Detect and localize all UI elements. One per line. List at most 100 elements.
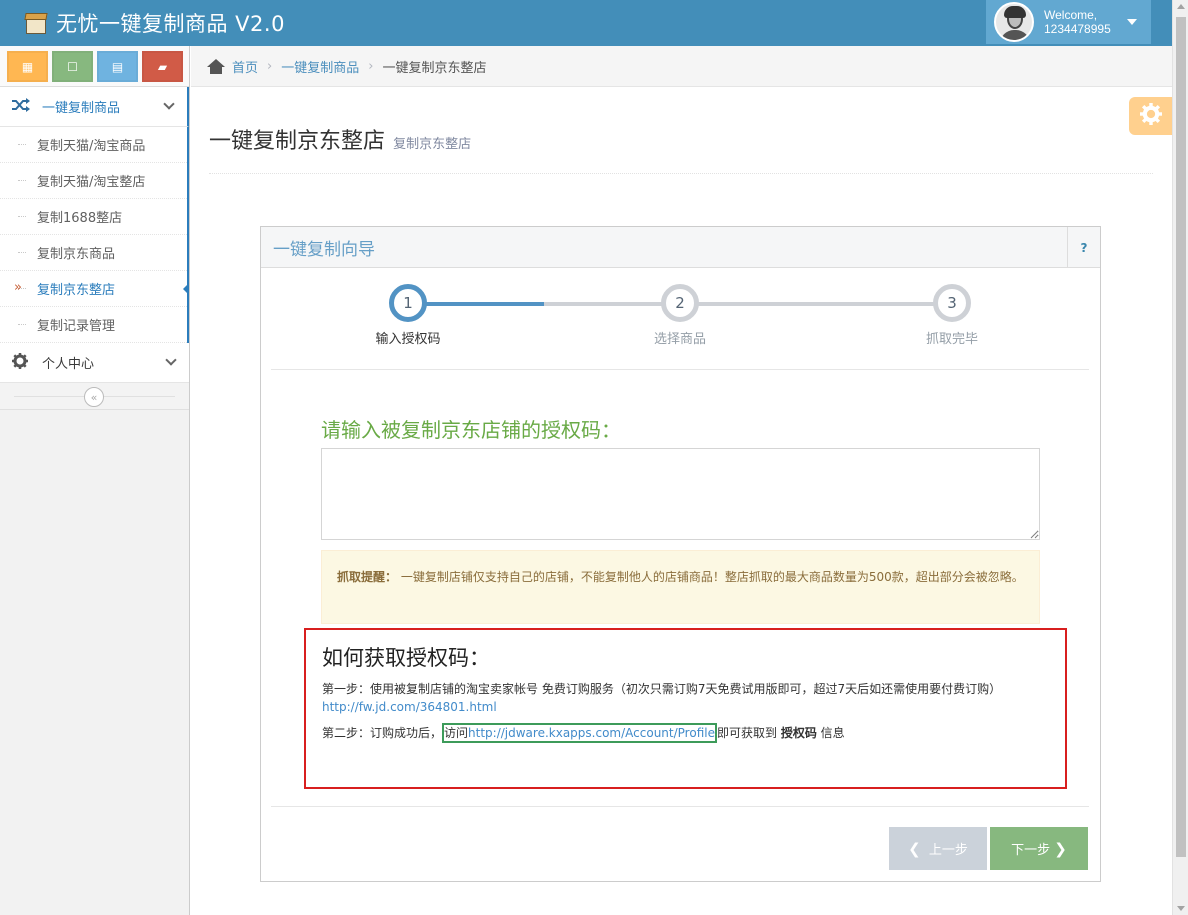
active-marker-icon: » xyxy=(14,280,22,295)
sidebar-item-copy-jd-store[interactable]: » 复制京东整店 xyxy=(0,271,189,307)
scroll-thumb[interactable] xyxy=(1176,17,1186,857)
vertical-scrollbar[interactable] xyxy=(1172,0,1188,915)
sidebar-collapse: « xyxy=(0,383,189,410)
breadcrumb: 首页 › 一键复制商品 › 一键复制京东整店 xyxy=(191,46,1172,87)
wizard-step-2: 2 选择商品 xyxy=(620,284,740,347)
help-button[interactable]: ? xyxy=(1067,227,1100,268)
table-icon: ▤ xyxy=(111,59,124,74)
howto-box: 如何获取授权码： 第一步：使用被复制店铺的淘宝卖家帐号 免费订购服务（初次只需订… xyxy=(304,628,1067,789)
wizard-step-3: 3 抓取完毕 xyxy=(892,284,1012,347)
collapse-sidebar-button[interactable]: « xyxy=(84,387,104,407)
scroll-up-icon[interactable] xyxy=(1177,4,1185,9)
brand[interactable]: 无忧一键复制商品 V2.0 xyxy=(24,9,285,37)
breadcrumb-separator: › xyxy=(368,58,374,74)
howto-step2: 第二步：订购成功后， 访问http://jdware.kxapps.com/Acc… xyxy=(322,723,1049,743)
highlighted-link-box: 访问http://jdware.kxapps.com/Account/Profi… xyxy=(442,723,717,743)
sidebar-shortcuts: ▦ ☐ ▤ ▰ xyxy=(0,46,189,87)
prev-label: 上一步 xyxy=(928,843,968,858)
sidebar-item-label: 复制1688整店 xyxy=(37,211,123,226)
breadcrumb-current: 一键复制京东整店 xyxy=(382,60,487,76)
welcome-text: Welcome, xyxy=(1044,8,1098,22)
sidebar-item-label: 复制天猫/淘宝整店 xyxy=(37,175,146,190)
chevron-right-icon: ❯ xyxy=(1054,839,1067,858)
top-navbar: 无忧一键复制商品 V2.0 Welcome, 1234478995 xyxy=(0,0,1172,46)
home-icon xyxy=(207,58,225,74)
shuffle-icon xyxy=(12,97,34,116)
step-circle: 1 xyxy=(389,284,427,322)
breadcrumb-parent-link[interactable]: 一键复制商品 xyxy=(281,57,359,76)
profile-link[interactable]: http://jdware.kxapps.com/Account/Profile xyxy=(468,726,715,740)
shortcut-book-button[interactable]: ▰ xyxy=(142,51,183,82)
step2-prefix: 第二步：订购成功后， xyxy=(322,726,443,740)
square-icon: ☐ xyxy=(67,59,78,74)
widget-title: 一键复制向导 xyxy=(273,239,375,260)
shortcut-table-button[interactable]: ▤ xyxy=(97,51,138,82)
avatar xyxy=(994,2,1034,42)
username: 1234478995 xyxy=(1044,22,1111,36)
caret-down-icon xyxy=(1127,19,1137,25)
page-title: 一键复制京东整店 xyxy=(209,129,386,154)
sidebar-group-personal[interactable]: 个人中心 xyxy=(0,343,189,383)
wizard-step-1: 1 输入授权码 xyxy=(348,284,468,347)
sidebar-item-copy-tmall-store[interactable]: 复制天猫/淘宝整店 xyxy=(0,163,187,199)
sidebar-item-label: 复制京东商品 xyxy=(37,247,116,262)
active-indicator-icon xyxy=(183,283,189,295)
sidebar-submenu: 复制天猫/淘宝商品 复制天猫/淘宝整店 复制1688整店 复制京东商品 » 复制… xyxy=(0,127,189,343)
scroll-down-icon[interactable] xyxy=(1177,906,1185,911)
breadcrumb-separator: › xyxy=(267,58,273,74)
shortcut-square-button[interactable]: ☐ xyxy=(52,51,93,82)
step-circle: 3 xyxy=(933,284,971,322)
sidebar-item-label: 复制京东整店 xyxy=(37,283,116,298)
user-info: Welcome, 1234478995 xyxy=(1044,8,1111,36)
auth-code-input[interactable] xyxy=(321,448,1040,540)
chevron-down-icon xyxy=(163,98,175,110)
subscribe-link[interactable]: http://fw.jd.com/364801.html xyxy=(322,700,497,714)
sidebar-item-copy-tmall-product[interactable]: 复制天猫/淘宝商品 xyxy=(0,127,187,163)
breadcrumb-home-link[interactable]: 首页 xyxy=(232,57,258,76)
step2-mid: 即可获取到 xyxy=(716,726,777,740)
sidebar: ▦ ☐ ▤ ▰ 一键复制商品 复制天猫/淘宝商品 复制天猫/淘宝整店 复制168… xyxy=(0,46,190,915)
wizard-widget: 一键复制向导 ? 1 输入授权码 2 选择商品 3 抓取完毕 请输入被复制京东店… xyxy=(260,226,1101,882)
step-title: 抓取完毕 xyxy=(925,332,978,347)
howto-step1-text: 第一步：使用被复制店铺的淘宝卖家帐号 免费订购服务（初次只需订购7天免费试用版即… xyxy=(322,682,1002,696)
app-title: 无忧一键复制商品 V2.0 xyxy=(56,12,285,36)
sidebar-group-label: 一键复制商品 xyxy=(42,101,121,116)
shortcut-calendar-button[interactable]: ▦ xyxy=(7,51,48,82)
double-chevron-left-icon: « xyxy=(90,390,98,404)
sidebar-item-label: 复制天猫/淘宝商品 xyxy=(37,139,146,154)
step-title: 输入授权码 xyxy=(375,332,441,347)
gear-icon xyxy=(12,352,34,373)
step-track-line xyxy=(544,302,952,306)
chevron-down-icon xyxy=(165,354,177,366)
warning-alert: 抓取提醒： 一键复制店铺仅支持自己的店铺，不能复制他人的店铺商品！整店抓取的最大… xyxy=(321,550,1040,624)
step2-bold: 授权码 xyxy=(780,726,817,740)
sidebar-item-copy-records[interactable]: 复制记录管理 xyxy=(0,307,187,343)
form-actions-divider xyxy=(271,806,1089,807)
chevron-left-icon: ❮ xyxy=(908,839,921,858)
step-circle: 2 xyxy=(661,284,699,322)
alert-title: 抓取提醒： xyxy=(337,570,398,584)
alert-text: 一键复制店铺仅支持自己的店铺，不能复制他人的店铺商品！整店抓取的最大商品数量为5… xyxy=(400,570,1024,584)
box-icon xyxy=(24,12,48,34)
step2-visit-text: 访问 xyxy=(444,726,469,740)
wizard-steps: 1 输入授权码 2 选择商品 3 抓取完毕 xyxy=(271,268,1089,370)
question-icon: ? xyxy=(1080,240,1088,255)
sidebar-group-label: 个人中心 xyxy=(42,357,95,372)
calendar-icon: ▦ xyxy=(21,59,34,74)
step2-suffix: 信息 xyxy=(820,726,845,740)
auth-code-label: 请输入被复制京东店铺的授权码： xyxy=(321,418,621,442)
page-header: 一键复制京东整店 复制京东整店 xyxy=(209,110,1153,174)
prev-button[interactable]: ❮ 上一步 xyxy=(889,827,987,870)
step-title: 选择商品 xyxy=(653,332,706,347)
next-label: 下一步 xyxy=(1011,843,1051,858)
book-icon: ▰ xyxy=(157,59,168,74)
sidebar-item-label: 复制记录管理 xyxy=(37,319,116,334)
sidebar-group-copy[interactable]: 一键复制商品 xyxy=(0,87,189,127)
sidebar-item-copy-jd-product[interactable]: 复制京东商品 xyxy=(0,235,187,271)
user-menu[interactable]: Welcome, 1234478995 xyxy=(986,0,1151,44)
sidebar-item-copy-1688-store[interactable]: 复制1688整店 xyxy=(0,199,187,235)
next-button[interactable]: 下一步 ❯ xyxy=(990,827,1088,870)
widget-header: 一键复制向导 xyxy=(261,227,1100,268)
howto-title: 如何获取授权码： xyxy=(322,646,490,670)
resize-grip-icon[interactable] xyxy=(1029,529,1039,539)
